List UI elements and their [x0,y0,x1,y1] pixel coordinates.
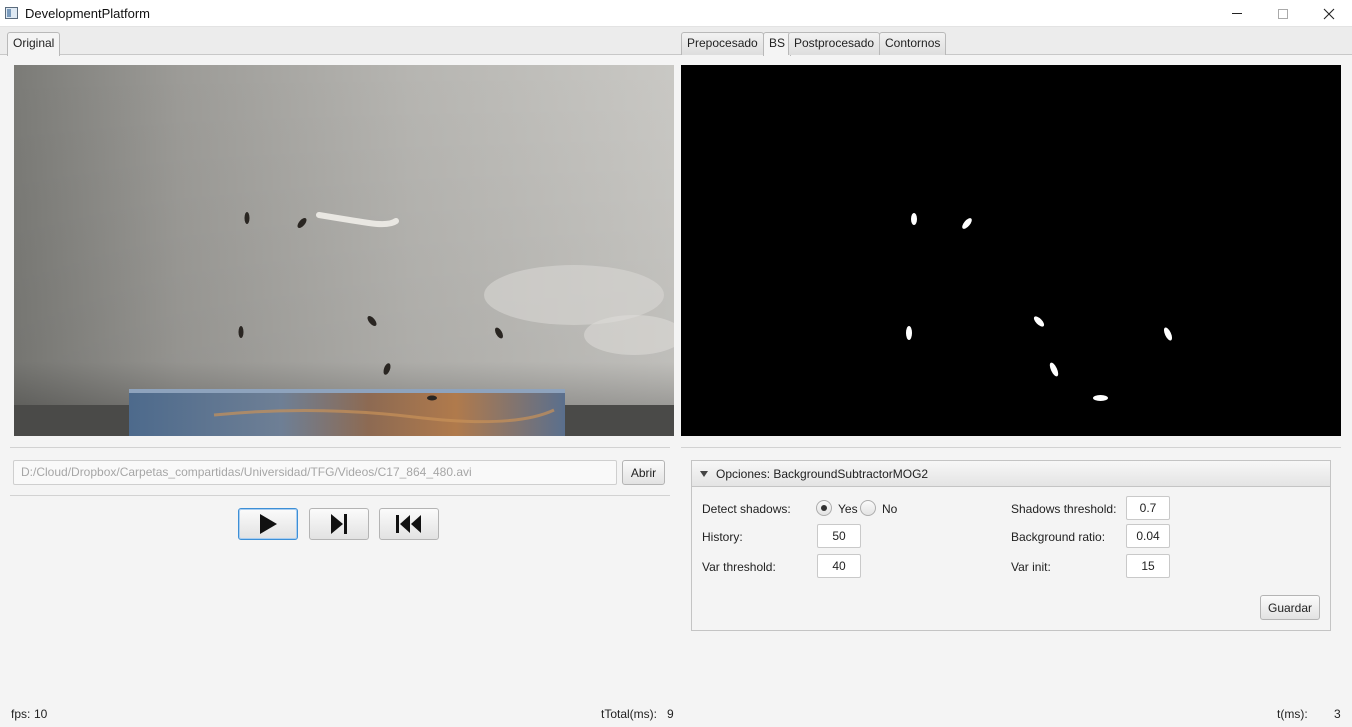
bs-blob [960,216,974,231]
shadows-threshold-field[interactable]: 0.7 [1126,496,1170,520]
detect-shadows-no-label: No [882,502,898,516]
maximize-button[interactable] [1260,0,1306,27]
bs-blob [1032,314,1046,329]
var-init-field[interactable]: 15 [1126,554,1170,578]
tab-postprocesado-label: Postprocesado [794,36,875,50]
save-button[interactable]: Guardar [1260,595,1320,620]
rewind-button[interactable] [379,508,439,540]
var-init-label: Var init: [1011,560,1051,574]
tab-original-label: Original [13,36,55,50]
open-button[interactable]: Abrir [622,460,665,485]
options-panel: Opciones: BackgroundSubtractorMOG2 Detec… [691,460,1331,631]
background-ratio-field[interactable]: 0.04 [1126,524,1170,548]
fps-label: fps: [11,707,31,721]
detect-shadows-yes-radio[interactable] [816,500,832,516]
right-tab-strip: Prepocesado BS Postprocesado Contornos [676,27,1352,56]
options-title: Opciones: BackgroundSubtractorMOG2 [716,467,929,481]
tab-contornos[interactable]: Contornos [879,32,947,55]
var-threshold-label: Var threshold: [702,560,776,574]
bs-blob [911,213,917,225]
save-button-label: Guardar [1267,600,1313,615]
app-icon [5,7,18,19]
shadows-threshold-label: Shadows threshold: [1011,502,1117,516]
detect-shadows-label: Detect shadows: [702,502,791,516]
step-forward-button[interactable] [309,508,369,540]
minimize-button[interactable] [1214,0,1260,27]
tab-bs[interactable]: BS [763,32,792,56]
right-separator [681,447,1341,448]
close-icon [1323,8,1335,19]
original-video-frame [14,65,674,436]
bs-output-frame [681,65,1341,436]
var-threshold-field[interactable]: 40 [817,554,861,578]
tab-postprocesado[interactable]: Postprocesado [788,32,881,55]
tab-prepocesado[interactable]: Prepocesado [681,32,764,55]
play-button[interactable] [238,508,298,540]
detect-shadows-yes-label: Yes [838,502,858,516]
left-separator [10,447,670,448]
close-button[interactable] [1306,0,1352,27]
video-frame-image [14,65,674,436]
t-value: 3 [1334,707,1341,721]
left-tab-strip: Original [0,27,676,56]
fps-value: 10 [34,707,48,721]
tab-bs-label: BS [769,36,786,50]
open-button-label: Abrir [630,465,657,480]
maximize-icon [1278,8,1288,19]
rewind-icon [396,515,421,533]
window-title: DevelopmentPlatform [25,6,150,21]
step-forward-icon [331,514,347,534]
ttotal-label: tTotal(ms): [601,707,658,721]
title-bar: DevelopmentPlatform [0,0,1352,27]
minimize-icon [1232,13,1242,14]
t-label: t(ms): [1277,707,1308,721]
ttotal-value: 9 [667,707,674,721]
bs-blob [906,326,912,340]
history-field[interactable]: 50 [817,524,861,548]
history-label: History: [702,530,743,544]
controls-separator [10,495,670,496]
tab-contornos-label: Contornos [885,36,941,50]
video-path-input[interactable]: D:/Cloud/Dropbox/Carpetas_compartidas/Un… [13,460,617,485]
detect-shadows-no-radio[interactable] [860,500,876,516]
collapse-arrow-icon[interactable] [700,471,708,477]
bs-blob [1093,395,1108,401]
tab-prepocesado-label: Prepocesado [687,36,758,50]
tab-original[interactable]: Original [7,32,61,56]
bs-blob [1048,361,1060,378]
background-ratio-label: Background ratio: [1011,530,1106,544]
play-icon [260,514,277,534]
options-header[interactable]: Opciones: BackgroundSubtractorMOG2 [692,461,1330,487]
bs-blob [1162,326,1174,342]
